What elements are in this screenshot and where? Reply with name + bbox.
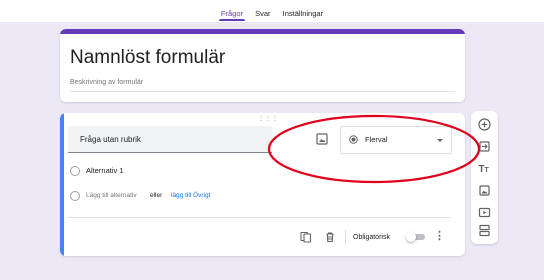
required-toggle[interactable] [406, 232, 425, 242]
duplicate-icon[interactable] [300, 231, 312, 243]
footer-divider [68, 217, 451, 218]
question-card[interactable]: ⋮⋮⋮ Fråga utan rubrik Flerval Alternativ… [60, 113, 465, 256]
drag-handle-icon[interactable]: ⋮⋮⋮ [258, 115, 279, 122]
tab-responses[interactable]: Svar [255, 9, 270, 18]
title-text-icon[interactable]: T T [477, 161, 492, 176]
video-icon[interactable] [477, 205, 492, 220]
or-text: eller [150, 192, 163, 199]
image-icon[interactable] [477, 183, 492, 198]
form-title[interactable]: Namnlöst formulär [70, 47, 225, 69]
footer-separator [345, 230, 346, 245]
radio-circle-icon [70, 191, 80, 201]
question-toolbar: T T [471, 111, 498, 244]
tab-bar: Frågor Svar Inställningar [0, 9, 544, 21]
import-questions-icon[interactable] [477, 139, 492, 154]
option-1-field[interactable]: Alternativ 1 [86, 166, 124, 175]
top-bar: Frågor Svar Inställningar [0, 0, 544, 22]
chevron-down-icon [437, 139, 443, 142]
delete-icon[interactable] [324, 231, 336, 243]
required-label: Obligatorisk [353, 234, 390, 241]
active-question-indicator [60, 113, 64, 256]
section-icon[interactable] [477, 223, 492, 238]
toggle-knob [406, 232, 416, 242]
radio-circle-icon [70, 166, 80, 176]
form-description[interactable]: Beskrivning av formulär [70, 79, 143, 86]
add-option-field[interactable]: Lägg till alternativ [86, 192, 137, 199]
add-other-link[interactable]: lägg till Övrigt [171, 192, 210, 199]
question-type-label: Flerval [365, 135, 388, 144]
question-title-field[interactable]: Fråga utan rubrik [68, 126, 272, 153]
question-type-dropdown[interactable]: Flerval [340, 126, 452, 154]
question-title-text: Fråga utan rubrik [80, 135, 141, 144]
tab-settings[interactable]: Inställningar [283, 9, 323, 18]
description-underline [70, 91, 455, 92]
radio-button-checked-icon [349, 135, 358, 144]
svg-text:T: T [485, 167, 490, 174]
more-options-icon[interactable]: ⋮ [434, 231, 445, 242]
tab-questions[interactable]: Frågor [218, 9, 246, 21]
form-header-card: Namnlöst formulär Beskrivning av formulä… [60, 29, 465, 102]
add-image-icon[interactable] [315, 132, 329, 146]
add-question-icon[interactable] [477, 117, 492, 132]
header-accent-bar [60, 29, 465, 34]
